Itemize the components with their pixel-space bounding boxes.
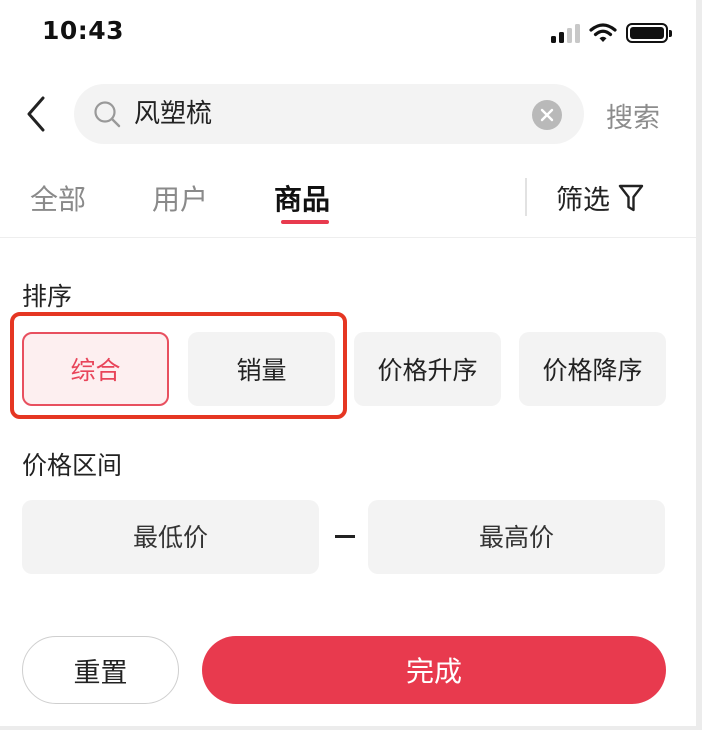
tab-divider	[525, 178, 527, 216]
back-chevron-icon	[27, 96, 45, 132]
funnel-icon	[618, 184, 644, 211]
active-tab-indicator	[281, 220, 329, 224]
sort-option-sales[interactable]: 销量	[188, 332, 335, 406]
search-button[interactable]: 搜索	[606, 96, 660, 135]
filter-button[interactable]: 筛选	[556, 178, 644, 217]
wifi-icon	[589, 23, 617, 42]
back-button[interactable]	[20, 92, 52, 136]
price-range-label: 价格区间	[22, 451, 123, 480]
tab-users[interactable]: 用户	[152, 178, 208, 218]
done-button[interactable]: 完成	[202, 636, 666, 704]
min-price-input[interactable]	[22, 500, 319, 574]
status-icons	[551, 22, 672, 44]
sort-option-comprehensive[interactable]: 综合	[22, 332, 169, 406]
price-range-dash	[335, 535, 355, 538]
header-separator	[0, 237, 696, 238]
search-filter-screen: 10:43 风塑梳 搜索 全部 用户 商品 筛选 排序 综合 销量 价格升序 价…	[0, 0, 696, 726]
reset-button[interactable]: 重置	[22, 636, 179, 704]
sort-option-price-asc[interactable]: 价格升序	[354, 332, 501, 406]
tab-all[interactable]: 全部	[30, 178, 86, 218]
cellular-signal-icon	[551, 23, 580, 43]
battery-icon	[626, 23, 672, 43]
clear-icon[interactable]	[532, 100, 562, 130]
close-icon	[540, 108, 554, 122]
tab-products[interactable]: 商品	[274, 178, 330, 218]
sort-label: 排序	[22, 282, 73, 311]
max-price-input[interactable]	[368, 500, 665, 574]
filter-label: 筛选	[556, 185, 610, 216]
search-icon	[94, 101, 121, 128]
search-box[interactable]: 风塑梳	[74, 84, 584, 144]
search-input[interactable]: 风塑梳	[134, 84, 212, 144]
sort-option-price-desc[interactable]: 价格降序	[519, 332, 666, 406]
status-time: 10:43	[42, 16, 125, 45]
